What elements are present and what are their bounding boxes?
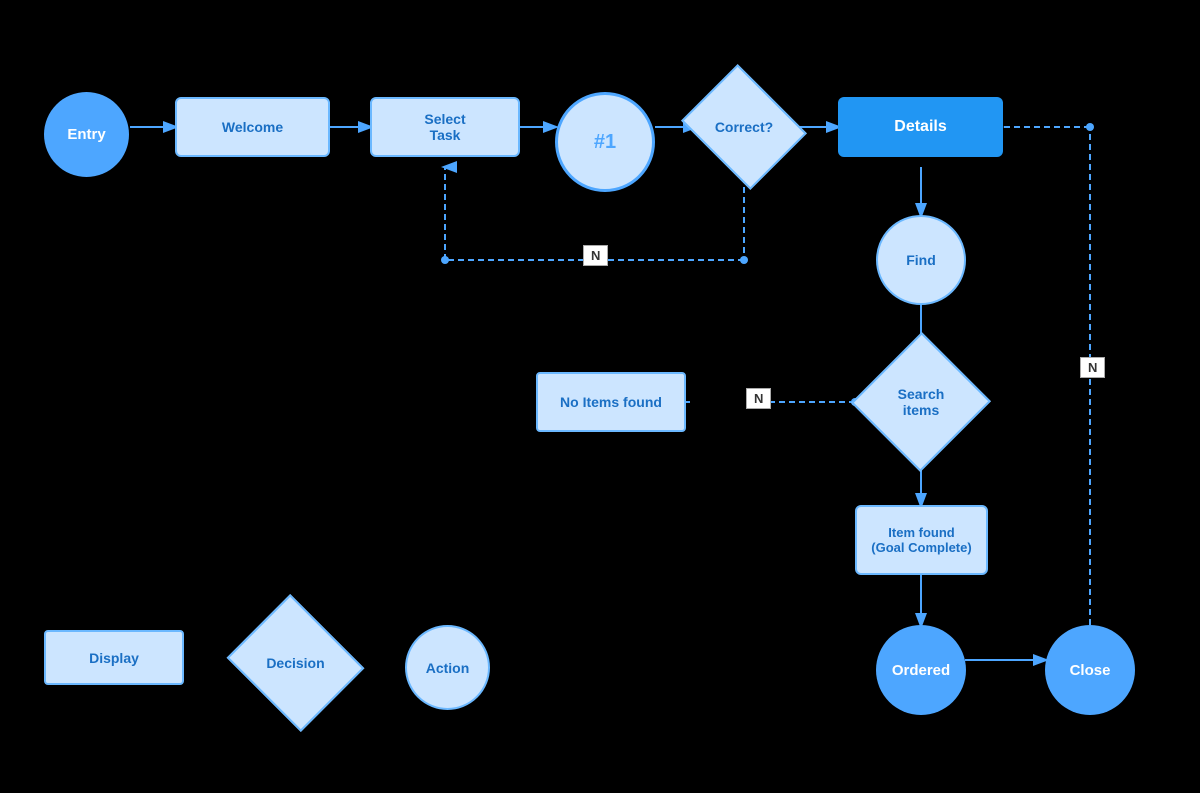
legend-display: Display <box>44 630 184 685</box>
close-node: Close <box>1045 625 1135 715</box>
n3-text: N <box>1088 360 1097 375</box>
legend-action-label: Action <box>426 660 470 676</box>
num1-label: #1 <box>594 131 616 154</box>
legend-display-label: Display <box>89 650 139 666</box>
entry-node: Entry <box>44 92 129 177</box>
n1-text: N <box>591 248 600 263</box>
welcome-label: Welcome <box>222 119 283 135</box>
legend-action: Action <box>405 625 490 710</box>
item-found-node: Item found (Goal Complete) <box>855 505 988 575</box>
find-node: Find <box>876 215 966 305</box>
search-items-node: Search items <box>872 352 970 452</box>
details-label: Details <box>894 118 946 136</box>
n-label-1: N <box>583 245 608 266</box>
select-task-label: Select Task <box>424 111 465 143</box>
ordered-node: Ordered <box>876 625 966 715</box>
no-items-found-node: No Items found <box>536 372 686 432</box>
correct-node: Correct? <box>695 87 793 167</box>
item-found-label: Item found (Goal Complete) <box>871 525 971 555</box>
search-items-label: Search items <box>898 386 945 418</box>
find-label: Find <box>906 252 936 268</box>
legend-decision-label: Decision <box>266 655 324 671</box>
ordered-label: Ordered <box>892 662 950 679</box>
n-label-3: N <box>1080 357 1105 378</box>
select-task-node: Select Task <box>370 97 520 157</box>
welcome-node: Welcome <box>175 97 330 157</box>
num1-node: #1 <box>555 92 655 192</box>
legend-decision: Decision <box>243 618 348 708</box>
n-label-2: N <box>746 388 771 409</box>
correct-label: Correct? <box>715 119 773 135</box>
entry-label: Entry <box>67 126 105 143</box>
diagram-container: Entry Welcome Select Task #1 Correct? De… <box>0 0 1200 793</box>
close-label: Close <box>1070 662 1111 679</box>
details-node: Details <box>838 97 1003 157</box>
n2-text: N <box>754 391 763 406</box>
no-items-found-label: No Items found <box>560 394 662 410</box>
